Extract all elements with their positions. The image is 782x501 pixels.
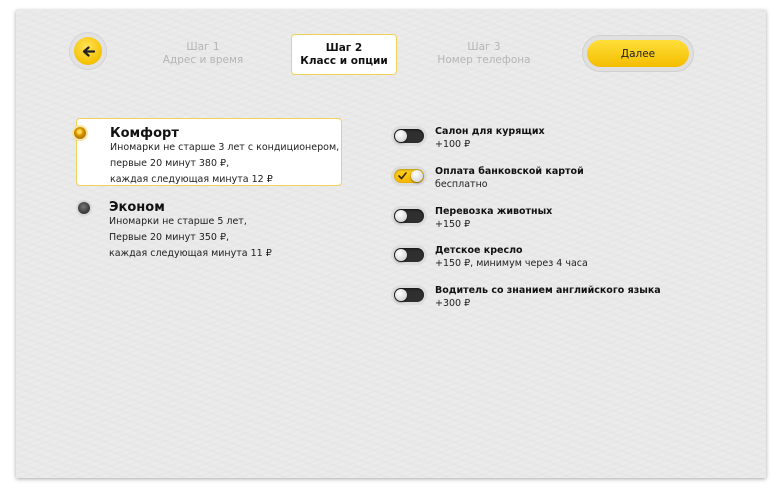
option-pets-title: Перевозка животных: [435, 206, 553, 217]
tariff-econom-name: Эконом: [109, 200, 165, 215]
option-pets-price: +150 ₽: [435, 219, 471, 230]
toggle-knob: [395, 130, 407, 142]
option-child-seat-title: Детское кресло: [435, 245, 523, 256]
option-smoking-toggle[interactable]: [394, 129, 424, 143]
tariff-econom[interactable]: Эконом Иномарки не старше 5 лет, Первые …: [76, 198, 342, 260]
tariff-comfort-line-1: Иномарки не старше 3 лет с кондиционером…: [110, 142, 340, 153]
tariff-econom-radio[interactable]: [78, 202, 90, 214]
option-pets-toggle[interactable]: [394, 209, 424, 223]
checkmark-icon: [398, 172, 407, 180]
option-child-seat-toggle[interactable]: [394, 248, 424, 262]
toggle-knob: [411, 170, 423, 182]
option-english-driver-toggle[interactable]: [394, 288, 424, 302]
option-smoking-title: Салон для курящих: [435, 126, 545, 137]
option-card-payment-price: бесплатно: [435, 179, 488, 190]
tariff-econom-line-3: каждая следующая минута 11 ₽: [109, 248, 272, 259]
order-panel: Шаг 1 Адрес и время Шаг 2 Класс и опции …: [16, 10, 766, 478]
option-english-driver-price: +300 ₽: [435, 298, 471, 309]
step-3-sublabel: Номер телефона: [437, 54, 531, 66]
option-english-driver-title: Водитель со знанием английского языка: [435, 285, 661, 296]
step-2[interactable]: Шаг 2 Класс и опции: [291, 34, 397, 75]
step-1[interactable]: Шаг 1 Адрес и время: [150, 34, 256, 74]
step-3-label: Шаг 3: [467, 41, 501, 53]
option-smoking-price: +100 ₽: [435, 139, 471, 150]
next-button[interactable]: Далее: [587, 40, 689, 67]
tariff-comfort-line-2: первые 20 минут 380 ₽,: [110, 158, 230, 169]
arrow-left-icon: [82, 45, 95, 57]
step-2-sublabel: Класс и опции: [300, 55, 388, 67]
step-2-label: Шаг 2: [325, 42, 363, 54]
tariff-comfort-line-3: каждая следующая минута 12 ₽: [110, 174, 273, 185]
tariff-econom-line-2: Первые 20 минут 350 ₽,: [109, 232, 230, 243]
tariff-comfort-radio[interactable]: [74, 127, 86, 139]
step-1-label: Шаг 1: [186, 41, 220, 53]
option-card-payment-title: Оплата банковской картой: [435, 166, 584, 177]
option-child-seat-price: +150 ₽, минимум через 4 часа: [435, 258, 588, 269]
tariff-comfort-name: Комфорт: [110, 126, 179, 141]
back-button[interactable]: [74, 37, 102, 65]
toggle-knob: [395, 210, 407, 222]
toggle-knob: [395, 249, 407, 261]
toggle-knob: [395, 289, 407, 301]
step-3[interactable]: Шаг 3 Номер телефона: [431, 34, 537, 74]
tariff-econom-line-1: Иномарки не старше 5 лет,: [109, 216, 247, 227]
step-1-sublabel: Адрес и время: [162, 54, 244, 66]
tariff-comfort[interactable]: Комфорт Иномарки не старше 3 лет с конди…: [74, 118, 342, 186]
option-card-payment-toggle[interactable]: [394, 169, 424, 183]
